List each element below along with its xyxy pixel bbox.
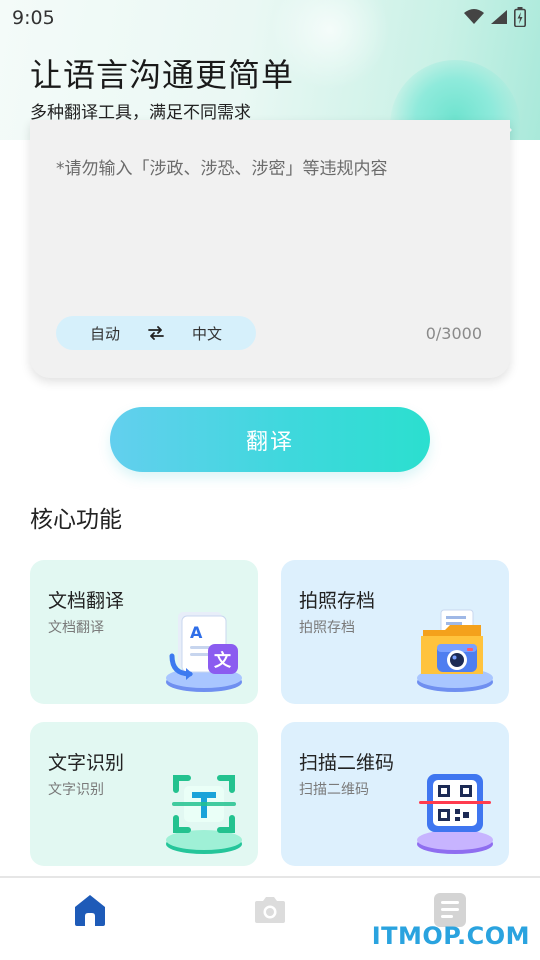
feature-card-qr-scan[interactable]: 扫描二维码 扫描二维码 [281,722,509,866]
feature-subtitle: 文档翻译 [48,620,104,636]
svg-text:文: 文 [214,650,232,671]
status-icons [464,7,526,27]
section-title-core-features: 核心功能 [30,507,122,533]
feature-card-photo-archive[interactable]: 拍照存档 拍照存档 [281,560,509,704]
camera-icon[interactable] [252,895,288,925]
target-language[interactable]: 中文 [192,323,222,344]
feature-title: 拍照存档 [299,590,376,612]
hero-title: 让语言沟通更简单 [30,56,295,94]
translate-button[interactable]: 翻译 [110,407,430,472]
language-selector[interactable]: 自动 中文 [56,316,256,350]
text-scan-icon [166,775,242,854]
status-time: 9:05 [12,7,55,29]
feature-card-text-recognition[interactable]: 文字识别 文字识别 [30,722,258,866]
feature-subtitle: 文字识别 [48,782,104,798]
watermark-text: ITMOP.COM [371,922,530,950]
input-placeholder: *请勿输入「涉政、涉恐、涉密」等违规内容 [56,159,388,179]
feature-card-document-translation[interactable]: 文档翻译 文档翻译 A 文 [30,560,258,704]
character-counter: 0/3000 [425,324,482,343]
svg-text:A: A [190,623,203,642]
feature-title: 文档翻译 [48,590,125,612]
translate-button-label: 翻译 [245,429,294,455]
nav-home[interactable] [60,888,120,932]
feature-title: 文字识别 [48,752,125,774]
status-bar: 9:05 [0,0,540,36]
battery-icon [514,7,526,27]
feature-subtitle: 扫描二维码 [299,782,369,798]
home-icon[interactable] [71,891,109,929]
swap-language-icon[interactable] [148,326,164,340]
document-translate-icon: A 文 [166,612,242,692]
translation-input-area[interactable]: *请勿输入「涉政、涉恐、涉密」等违规内容 自动 中文 0/3000 [30,120,510,378]
feature-title: 扫描二维码 [299,752,395,774]
signal-icon [491,10,507,24]
nav-camera[interactable] [240,888,300,932]
source-language[interactable]: 自动 [90,323,120,344]
wifi-icon [464,9,484,24]
qr-code-scan-icon [417,774,493,854]
camera-folder-icon [417,609,493,692]
feature-subtitle: 拍照存档 [299,620,355,636]
